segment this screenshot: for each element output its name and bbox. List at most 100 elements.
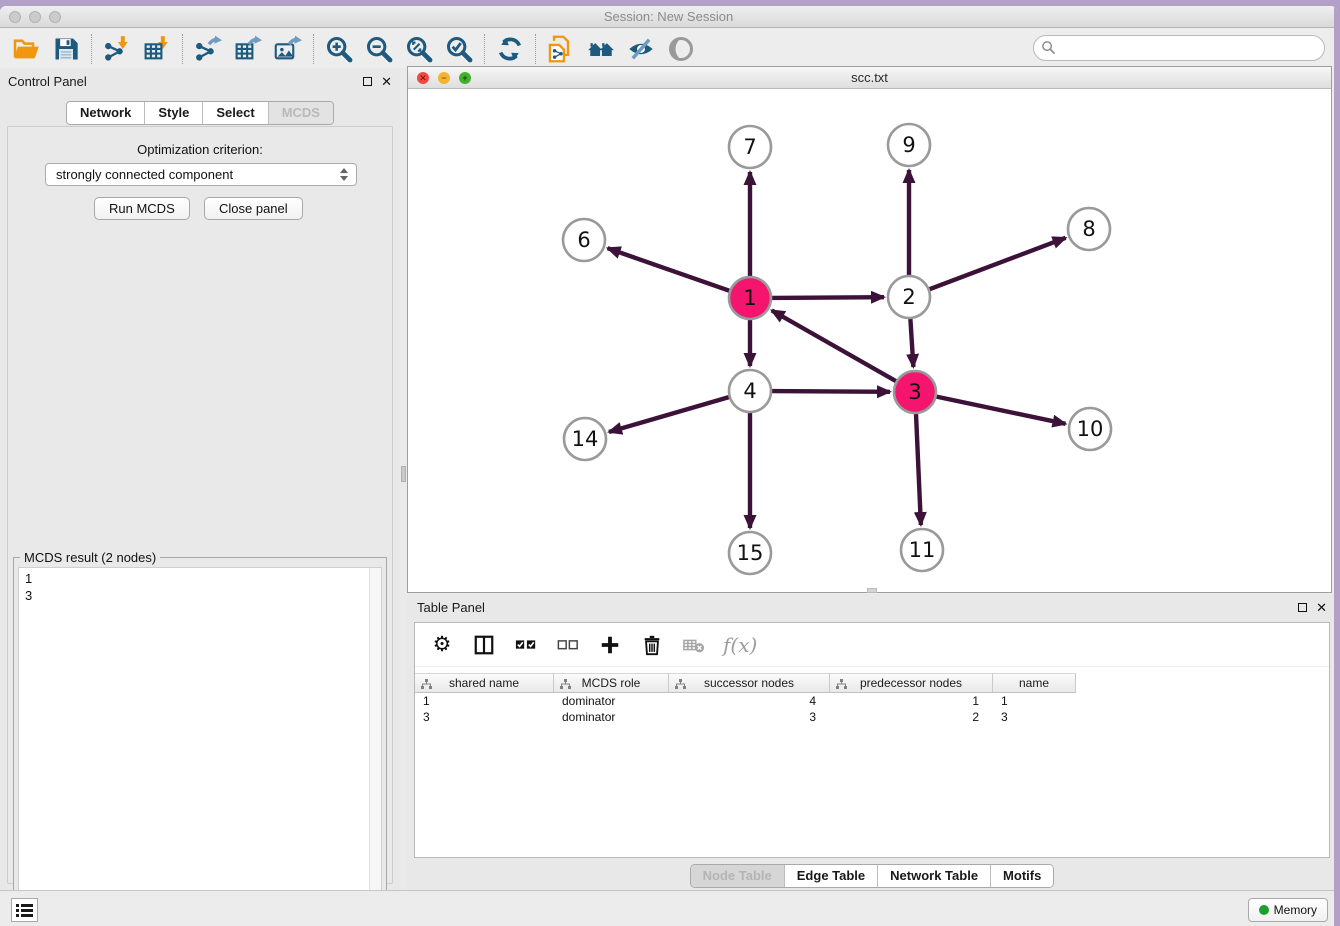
float-panel-icon[interactable] [363, 77, 372, 86]
zoom-out-icon[interactable] [359, 32, 399, 66]
node-2[interactable]: 2 [888, 276, 930, 318]
memory-button[interactable]: Memory [1248, 898, 1328, 922]
edge-3-1[interactable] [772, 310, 896, 381]
task-history-button[interactable] [11, 898, 38, 922]
add-icon[interactable] [597, 632, 623, 658]
table-box: ⚙f(x) shared nameMCDS rolesuccessor node… [414, 622, 1330, 858]
export-network-icon[interactable] [188, 32, 228, 66]
select-all-icon[interactable] [513, 632, 539, 658]
network-resize-grip[interactable] [867, 588, 877, 593]
home-icon[interactable] [581, 32, 621, 66]
column-header-MCDS-role[interactable]: MCDS role [554, 673, 669, 693]
cell-predecessor-nodes[interactable]: 1 [830, 693, 993, 709]
column-header-name[interactable]: name [993, 673, 1076, 693]
node-8[interactable]: 8 [1068, 208, 1110, 250]
tab-node-table[interactable]: Node Table [691, 865, 784, 887]
task-list-icon [16, 903, 33, 918]
desktop-edge [1334, 6, 1337, 926]
edge-4-14[interactable] [609, 397, 729, 432]
run-mcds-button[interactable]: Run MCDS [94, 197, 190, 220]
mcds-result-area[interactable]: 13 [18, 567, 382, 926]
tab-motifs[interactable]: Motifs [990, 865, 1053, 887]
open-folder-icon[interactable] [6, 32, 46, 66]
close-panel-icon[interactable]: ✕ [381, 75, 392, 88]
mcds-result-box: MCDS result (2 nodes) 13 [13, 557, 387, 926]
cell-shared-name[interactable]: 1 [415, 693, 554, 709]
status-bar: Memory [0, 890, 1337, 926]
zoom-fit-icon[interactable] [399, 32, 439, 66]
app-window: Session: New Session Control Panel ✕ Net… [0, 6, 1337, 926]
splitter-grip[interactable] [401, 466, 406, 482]
zoom-selected-icon[interactable] [439, 32, 479, 66]
node-label: 7 [743, 135, 756, 159]
export-table-icon[interactable] [228, 32, 268, 66]
edge-3-10[interactable] [937, 397, 1066, 424]
node-7[interactable]: 7 [729, 126, 771, 168]
column-header-successor-nodes[interactable]: successor nodes [669, 673, 830, 693]
criterion-select[interactable]: strongly connected component [45, 163, 357, 186]
table-close-icon[interactable]: ✕ [1316, 601, 1327, 614]
table-float-icon[interactable] [1298, 603, 1307, 612]
node-label: 11 [909, 538, 936, 562]
tab-mcds[interactable]: MCDS [268, 102, 333, 124]
tab-edge-table[interactable]: Edge Table [784, 865, 877, 887]
column-header-predecessor-nodes[interactable]: predecessor nodes [830, 673, 993, 693]
node-10[interactable]: 10 [1069, 408, 1111, 450]
cell-name[interactable]: 3 [993, 709, 1076, 725]
save-icon[interactable] [46, 32, 86, 66]
table-row[interactable]: 1dominator411 [415, 693, 1329, 709]
network-canvas[interactable]: 7 9 6 8 1 2 4 3 14 10 15 11 [408, 89, 1331, 592]
import-network-icon[interactable] [97, 32, 137, 66]
cell-successor-nodes[interactable]: 4 [669, 693, 830, 709]
table-row[interactable]: 3dominator323 [415, 709, 1329, 725]
tab-select[interactable]: Select [202, 102, 267, 124]
refresh-icon[interactable] [490, 32, 530, 66]
cell-MCDS-role[interactable]: dominator [554, 709, 669, 725]
vertical-splitter[interactable] [400, 68, 407, 890]
node-3[interactable]: 3 [894, 371, 936, 413]
network-titlebar[interactable]: ✕ − + scc.txt [408, 67, 1331, 89]
hide-details-icon[interactable] [621, 32, 661, 66]
node-9[interactable]: 9 [888, 124, 930, 166]
edge-2-3[interactable] [910, 319, 913, 367]
control-panel: Control Panel ✕ NetworkStyleSelectMCDS O… [0, 68, 400, 890]
cell-MCDS-role[interactable]: dominator [554, 693, 669, 709]
cell-shared-name[interactable]: 3 [415, 709, 554, 725]
edge-4-3[interactable] [772, 391, 890, 392]
cell-predecessor-nodes[interactable]: 2 [830, 709, 993, 725]
edge-1-6[interactable] [608, 248, 730, 291]
tab-network[interactable]: Network [67, 102, 144, 124]
column-header-shared-name[interactable]: shared name [415, 673, 554, 693]
mcds-result-title: MCDS result (2 nodes) [20, 550, 160, 565]
trash-icon[interactable] [639, 632, 665, 658]
cell-successor-nodes[interactable]: 3 [669, 709, 830, 725]
search-icon [1041, 40, 1056, 55]
column-layout-icon[interactable] [471, 632, 497, 658]
unselect-all-icon[interactable] [555, 632, 581, 658]
edge-1-2[interactable] [772, 297, 884, 298]
node-14[interactable]: 14 [564, 418, 606, 460]
node-11[interactable]: 11 [901, 529, 943, 571]
edge-2-8[interactable] [930, 238, 1066, 289]
tab-style[interactable]: Style [144, 102, 202, 124]
node-label: 3 [908, 380, 921, 404]
result-scrollbar[interactable] [369, 568, 381, 926]
network-graph[interactable]: 7 9 6 8 1 2 4 3 14 10 15 11 [408, 89, 1331, 592]
node-4[interactable]: 4 [729, 370, 771, 412]
node-1[interactable]: 1 [729, 277, 771, 319]
close-panel-button[interactable]: Close panel [204, 197, 303, 220]
search-input[interactable] [1033, 35, 1325, 61]
tab-network-table[interactable]: Network Table [877, 865, 990, 887]
birds-eye-icon[interactable] [661, 32, 701, 66]
node-15[interactable]: 15 [729, 532, 771, 574]
duplicate-network-icon[interactable] [541, 32, 581, 66]
zoom-in-icon[interactable] [319, 32, 359, 66]
cell-name[interactable]: 1 [993, 693, 1076, 709]
node-6[interactable]: 6 [563, 219, 605, 261]
import-table-icon[interactable] [137, 32, 177, 66]
gear-icon[interactable]: ⚙ [429, 632, 455, 658]
edge-3-11[interactable] [916, 414, 921, 525]
main-titlebar: Session: New Session [0, 6, 1337, 28]
control-panel-header: Control Panel ✕ [0, 68, 400, 94]
export-image-icon[interactable] [268, 32, 308, 66]
